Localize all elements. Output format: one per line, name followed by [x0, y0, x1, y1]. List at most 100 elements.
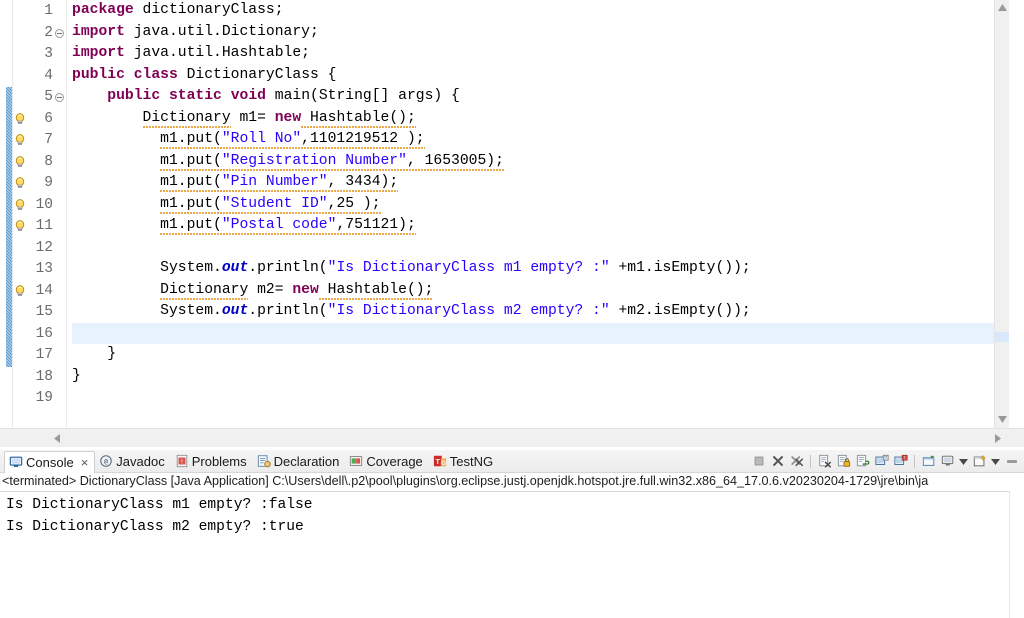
- string-roll-no: "Roll No": [221, 131, 302, 147]
- line-number-6: 6: [44, 110, 53, 127]
- fold-collapse-icon-line-2[interactable]: [55, 28, 64, 38]
- code-line-5[interactable]: public static void main(String[] args) {: [72, 86, 1009, 108]
- line-number-12: 12: [35, 239, 53, 256]
- tab-problems[interactable]: ! Problems: [171, 451, 253, 472]
- code-line-18[interactable]: }: [72, 366, 1009, 388]
- editor-body[interactable]: 1 2 3 4 5 6 7 8 9 10 11 12 13 14 15 16 17 18 19 package di…: [0, 0, 1009, 428]
- scroll-left-arrow[interactable]: [48, 429, 65, 447]
- code-line-8-post: , 1653005);: [406, 152, 504, 169]
- show-console-on-error-button[interactable]: !: [892, 453, 909, 470]
- display-selected-console-button[interactable]: [939, 453, 956, 470]
- code-line-6[interactable]: Dictionary m1= new Hashtable();: [72, 108, 1009, 130]
- scroll-lock-button[interactable]: [835, 453, 852, 470]
- fold-collapse-icon-line-5[interactable]: [55, 93, 64, 102]
- console-panel: Console × @ Javadoc! Problems Declaration Cove…: [0, 450, 1024, 618]
- code-line-14[interactable]: Dictionary m2= new Hashtable();: [72, 280, 1009, 302]
- code-line-4-rest: DictionaryClass {: [177, 66, 337, 83]
- string-m2-empty: "Is DictionaryClass m2 empty? :": [327, 303, 610, 319]
- code-line-11[interactable]: m1.put("Postal code",751121);: [72, 215, 1009, 237]
- editor-area: 1 2 3 4 5 6 7 8 9 10 11 12 13 14 15 16 17 18 19 package di…: [0, 0, 1024, 447]
- tab-label: Coverage: [366, 453, 423, 469]
- code-text-area[interactable]: package dictionaryClass; import java.uti…: [67, 0, 1009, 428]
- tab-label: Problems: [191, 453, 247, 469]
- tab-console[interactable]: Console ×: [4, 450, 96, 473]
- warning-bulb-icon-line-10[interactable]: [13, 198, 27, 212]
- minimize-panel-button[interactable]: [1003, 453, 1020, 470]
- code-line-2[interactable]: import java.util.Dictionary;: [72, 22, 1009, 44]
- tab-declaration[interactable]: Declaration: [253, 451, 346, 472]
- code-line-19[interactable]: [72, 387, 1009, 409]
- problems-icon: !: [175, 454, 189, 468]
- code-line-11-call: m1.put("Postal code",751121);: [160, 217, 416, 235]
- code-line-6-rest: Hashtable();: [301, 109, 416, 128]
- warning-bulb-icon-line-14[interactable]: [13, 284, 27, 298]
- code-line-17[interactable]: }: [72, 344, 1009, 366]
- new-console-icon: [973, 454, 987, 468]
- code-line-15[interactable]: System.out.println("Is DictionaryClass m…: [72, 301, 1009, 323]
- scroll-right-arrow[interactable]: [989, 429, 1006, 447]
- show-console-on-output-button[interactable]: [873, 453, 890, 470]
- tab-testng[interactable]: T G TestNG: [429, 451, 499, 472]
- editor-horizontal-scrollbar[interactable]: [0, 428, 1024, 447]
- code-line-7[interactable]: m1.put("Roll No",1101219512 );: [72, 129, 1009, 151]
- warning-bulb-icon-line-7[interactable]: [13, 133, 27, 147]
- line-number-16: 16: [35, 325, 53, 342]
- console-vertical-scrollbar[interactable]: [1009, 491, 1024, 618]
- code-line-10[interactable]: m1.put("Student ID",25 );: [72, 194, 1009, 216]
- overview-ruler-current-line-marker[interactable]: [995, 332, 1009, 342]
- string-postal-code: "Postal code": [221, 217, 337, 233]
- chevron-down-icon: [959, 452, 968, 470]
- tab-coverage[interactable]: Coverage: [345, 451, 428, 472]
- code-line-13[interactable]: System.out.println("Is DictionaryClass m…: [72, 258, 1009, 280]
- code-line-7-post: ,1101219512 );: [301, 131, 425, 147]
- scroll-down-arrow[interactable]: [995, 412, 1009, 428]
- terminate-button[interactable]: [750, 453, 767, 470]
- warning-bulb-icon-line-11[interactable]: [13, 219, 27, 233]
- tab-javadoc[interactable]: @ Javadoc: [95, 451, 170, 472]
- remove-all-terminated-button[interactable]: [788, 453, 805, 470]
- word-wrap-button[interactable]: [854, 453, 871, 470]
- pin-console-button[interactable]: [920, 453, 937, 470]
- tab-label: Declaration: [273, 453, 340, 469]
- console-icon: [9, 455, 23, 469]
- code-line-17-rest: }: [107, 346, 117, 362]
- editor-vertical-scrollbar[interactable]: [994, 0, 1009, 428]
- open-console-dropdown[interactable]: [990, 453, 1001, 470]
- folding-ruler[interactable]: [54, 0, 67, 428]
- open-console-button[interactable]: [971, 453, 988, 470]
- remove-all-xx-icon: [790, 454, 804, 468]
- clear-console-button[interactable]: [816, 453, 833, 470]
- code-line-14-mid: m2=: [248, 281, 293, 298]
- warning-bulb-icon-line-6[interactable]: [13, 112, 27, 126]
- code-line-3[interactable]: import java.util.Hashtable;: [72, 43, 1009, 65]
- marker-gutter[interactable]: [13, 0, 26, 428]
- warning-bulb-icon-line-9[interactable]: [13, 176, 27, 190]
- code-line-7-pre: m1.put(: [160, 131, 222, 147]
- code-line-4[interactable]: public class DictionaryClass {: [72, 65, 1009, 87]
- clear-console-icon: [818, 454, 832, 468]
- code-line-9-pre: m1.put(: [160, 174, 222, 190]
- line-number-5: 5: [44, 89, 53, 105]
- eclipse-ide-window: 1 2 3 4 5 6 7 8 9 10 11 12 13 14 15 16 17 18 19 package di…: [0, 0, 1024, 618]
- code-line-10-post: ,25 );: [327, 195, 381, 212]
- code-line-11-post: ,751121);: [336, 217, 416, 233]
- display-selected-console-dropdown[interactable]: [958, 453, 969, 470]
- close-icon[interactable]: ×: [81, 456, 89, 469]
- code-line-12[interactable]: [72, 237, 1009, 259]
- string-pin-number: "Pin Number": [221, 174, 328, 190]
- code-line-16-current[interactable]: [72, 322, 1009, 344]
- scroll-lock-icon: [837, 454, 851, 468]
- line-number-1: 1: [44, 3, 53, 19]
- console-output-area[interactable]: Is DictionaryClass m1 empty? :false Is D…: [0, 491, 1009, 618]
- line-number-8: 8: [44, 153, 53, 170]
- warning-bulb-icon-line-8[interactable]: [13, 155, 27, 169]
- remove-launch-button[interactable]: [769, 453, 786, 470]
- string-registration-number: "Registration Number": [221, 152, 407, 169]
- toolbar-separator: [914, 454, 915, 468]
- code-line-9[interactable]: m1.put("Pin Number", 3434);: [72, 172, 1009, 194]
- code-line-11-pre: m1.put(: [160, 217, 222, 233]
- scroll-up-arrow[interactable]: [995, 0, 1009, 16]
- code-line-1[interactable]: package dictionaryClass;: [72, 0, 1009, 22]
- code-line-8[interactable]: m1.put("Registration Number", 1653005);: [72, 151, 1009, 173]
- code-line-15-println: .println(: [248, 303, 328, 319]
